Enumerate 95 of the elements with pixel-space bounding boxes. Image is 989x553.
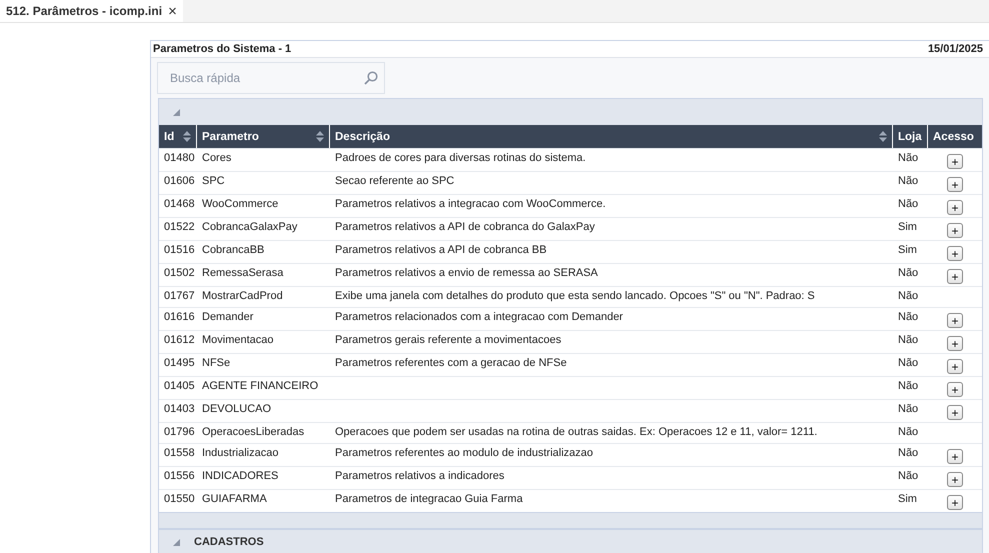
table-cell-text: DEVOLUCAO <box>201 402 272 417</box>
add-button[interactable]: + <box>947 246 963 261</box>
table-cell-text: Não <box>897 310 920 325</box>
add-button[interactable]: + <box>947 382 963 397</box>
date-label: 15/01/2025 <box>928 43 983 55</box>
column-header[interactable]: Id <box>159 125 197 148</box>
table-cell-text: CobrancaBB <box>201 243 266 258</box>
table-cell-text: Sim <box>897 220 918 235</box>
add-button[interactable]: + <box>947 495 963 510</box>
add-button[interactable]: + <box>947 154 963 169</box>
table-cell-text: Parametros relativos a API de cobranca BB <box>334 243 548 258</box>
table-cell-text: 01767 <box>163 289 196 304</box>
add-button[interactable]: + <box>947 405 963 420</box>
table-cell-text: Não <box>897 469 920 484</box>
table-cell-text: Não <box>897 174 920 189</box>
column-header[interactable]: Parametro <box>197 125 330 148</box>
table-cell-text: 01516 <box>163 243 196 258</box>
table-cell-text: Não <box>897 266 920 281</box>
close-button[interactable]: × <box>168 2 177 20</box>
table-cell-text: Sim <box>897 243 918 258</box>
table-cell-text: INDICADORES <box>201 469 280 484</box>
table-cell-text: Parametros relacionados com a integracao com Demander <box>334 310 624 325</box>
table-cell-text: Não <box>897 289 920 304</box>
search-field[interactable]: Busca rápida <box>157 62 385 94</box>
collapse-icon[interactable] <box>173 538 180 546</box>
table-cell-text: GUIAFARMA <box>201 492 268 507</box>
search-input[interactable]: Busca rápida <box>168 70 352 86</box>
table-cell-text: Parametros referentes ao modulo de industrializazao <box>334 446 594 461</box>
table-cell-text: Exibe uma janela com detalhes do produto que esta sendo lancado. Opcoes "S" ou "N". Padrao: S <box>334 289 816 304</box>
search-icon[interactable] <box>364 71 378 85</box>
panel-title: Parametros do Sistema - 1 <box>153 43 292 55</box>
table-cell-text: 01480 <box>163 151 196 166</box>
table-cell-text: Não <box>897 356 920 371</box>
table-cell-text: 01495 <box>163 356 196 371</box>
table-cell-text: 01468 <box>163 197 196 212</box>
add-button[interactable]: + <box>947 269 963 284</box>
table-cell-text: Não <box>897 197 920 212</box>
table-cell-text: Operacoes que podem ser usadas na rotina de outras saidas. Ex: Operacoes 12 e 11, valor= 1211. <box>334 425 818 440</box>
table-cell-text: 01502 <box>163 266 196 281</box>
add-button[interactable]: + <box>947 336 963 351</box>
table-cell-text: Industrializacao <box>201 446 280 461</box>
table-cell-text: Parametros relativos a indicadores <box>334 469 506 484</box>
table-cell-text: Não <box>897 151 920 166</box>
collapse-icon[interactable] <box>173 108 180 116</box>
table-cell-text: 01558 <box>163 446 196 461</box>
table-cell-text: NFSe <box>201 356 232 371</box>
table-cell-text: Parametros referentes com a geracao de NFSe <box>334 356 568 371</box>
table-cell-text: CobrancaGalaxPay <box>201 220 298 235</box>
tab-label: 512. Parâmetros - icomp.ini <box>6 4 162 18</box>
table-cell-text: OperacoesLiberadas <box>201 425 306 440</box>
column-header[interactable]: Descrição <box>330 125 893 148</box>
add-button[interactable]: + <box>947 449 963 464</box>
table-cell-text: Sim <box>897 492 918 507</box>
table-cell-text: Demander <box>201 310 254 325</box>
table-cell-text: Não <box>897 402 920 417</box>
table-cell-text: 01556 <box>163 469 196 484</box>
table-cell-text: 01606 <box>163 174 196 189</box>
table-cell-text: 01550 <box>163 492 196 507</box>
table-cell-text: Secao referente ao SPC <box>334 174 456 189</box>
table-cell-text: Parametros relativos a integracao com WooCommerce. <box>334 197 607 212</box>
table-cell-text: MostrarCadProd <box>201 289 284 304</box>
table-cell-text: Parametros relativos a API de cobranca do GalaxPay <box>334 220 596 235</box>
table-cell-text: Não <box>897 425 920 440</box>
column-header[interactable]: Acesso <box>928 125 982 148</box>
column-header[interactable]: Loja <box>893 125 928 148</box>
table-cell-text: Não <box>897 446 920 461</box>
table-cell-text: 01403 <box>163 402 196 417</box>
table-cell-text: 01612 <box>163 333 196 348</box>
table-cell-text: 01405 <box>163 379 196 394</box>
add-button[interactable]: + <box>947 472 963 487</box>
table-cell-text: 01522 <box>163 220 196 235</box>
table-cell-text: Movimentacao <box>201 333 275 348</box>
table-cell-text: 01796 <box>163 425 196 440</box>
add-button[interactable]: + <box>947 177 963 192</box>
table-cell-text: Parametros relativos a envio de remessa ao SERASA <box>334 266 599 281</box>
table-cell-text: AGENTE FINANCEIRO <box>201 379 320 394</box>
add-button[interactable]: + <box>947 223 963 238</box>
add-button[interactable]: + <box>947 313 963 328</box>
add-button[interactable]: + <box>947 359 963 374</box>
table-cell-text: RemessaSerasa <box>201 266 284 281</box>
table-cell-text: WooCommerce <box>201 197 280 212</box>
sort-icon[interactable] <box>316 131 324 142</box>
table-cell-text: SPC <box>201 174 226 189</box>
add-button[interactable]: + <box>947 200 963 215</box>
table-cell-text: Parametros gerais referente a movimentacoes <box>334 333 562 348</box>
table-cell-text: Padroes de cores para diversas rotinas do sistema. <box>334 151 587 166</box>
sort-icon[interactable] <box>879 131 887 142</box>
table-cell-text: 01616 <box>163 310 196 325</box>
document-tab[interactable]: 512. Parâmetros - icomp.ini × <box>0 0 183 22</box>
sort-icon[interactable] <box>183 131 191 142</box>
table-cell-text: Não <box>897 379 920 394</box>
table-cell-text: Parametros de integracao Guia Farma <box>334 492 524 507</box>
table-cell-text: Cores <box>201 151 232 166</box>
table-cell-text: Não <box>897 333 920 348</box>
group-label: CADASTROS <box>194 536 264 548</box>
